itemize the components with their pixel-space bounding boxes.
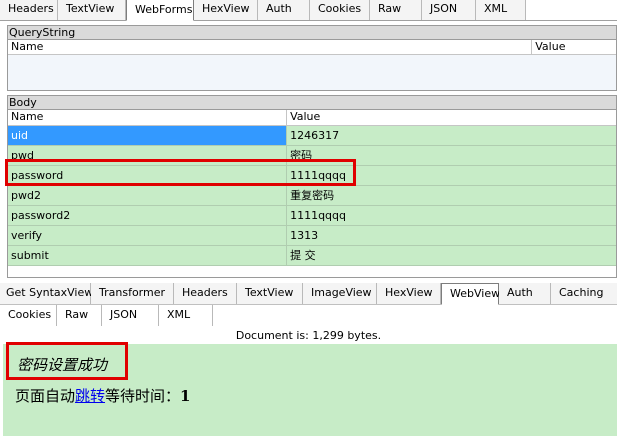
- row-name: password: [8, 166, 288, 185]
- querystring-grid[interactable]: Name Value: [7, 39, 617, 91]
- body-row-uid[interactable]: uid 1246317: [8, 126, 616, 146]
- row-name: verify: [8, 226, 288, 245]
- body-row-submit[interactable]: submit 提 交: [8, 246, 616, 266]
- tab-webview[interactable]: WebView: [441, 283, 500, 305]
- tab-resp-textview[interactable]: TextView: [237, 283, 303, 304]
- body-title: Body: [7, 95, 617, 109]
- webview-content: 密码设置成功 页面自动跳转等待时间：1: [3, 344, 617, 436]
- tab-hexview[interactable]: HexView: [194, 0, 258, 20]
- body-row-password[interactable]: password 1111qqqq: [8, 166, 616, 186]
- body-row-password2[interactable]: password2 1111qqqq: [8, 206, 616, 226]
- success-message: 密码设置成功: [17, 356, 108, 374]
- body-header: Name Value: [8, 110, 616, 126]
- row-value: 密码: [290, 149, 313, 162]
- row-value: 1111qqqq: [290, 209, 347, 222]
- tab-transformer[interactable]: Transformer: [91, 283, 174, 304]
- row-value: 1313: [290, 229, 319, 242]
- tab-resp-xml[interactable]: XML: [159, 305, 213, 326]
- document-size-status: Document is: 1,299 bytes.: [0, 328, 617, 344]
- row-name: pwd: [8, 146, 288, 165]
- response-tab-bar-row2: Cookies Raw JSON XML: [0, 305, 617, 326]
- querystring-col-name[interactable]: Name: [8, 40, 533, 54]
- querystring-title: QueryString: [7, 25, 617, 39]
- body-row-verify[interactable]: verify 1313: [8, 226, 616, 246]
- tab-get-syntaxview[interactable]: Get SyntaxView: [0, 283, 93, 304]
- row-name: uid: [8, 126, 288, 145]
- querystring-empty-area: [8, 55, 616, 90]
- tab-resp-json[interactable]: JSON: [102, 305, 159, 326]
- tab-webforms[interactable]: WebForms: [126, 0, 194, 21]
- tab-headers[interactable]: Headers: [0, 0, 58, 20]
- tab-imageview[interactable]: ImageView: [303, 283, 377, 304]
- redirect-message: 页面自动跳转等待时间：1: [15, 385, 190, 406]
- countdown-value: 1: [180, 387, 191, 405]
- body-row-pwd2[interactable]: pwd2 重复密码: [8, 186, 616, 206]
- tab-json[interactable]: JSON: [422, 0, 476, 20]
- tab-raw[interactable]: Raw: [370, 0, 422, 20]
- tab-caching[interactable]: Caching: [551, 283, 617, 304]
- redirect-text-before: 页面自动: [15, 387, 76, 405]
- tab-auth[interactable]: Auth: [258, 0, 310, 20]
- tab-resp-raw[interactable]: Raw: [57, 305, 102, 326]
- querystring-header: Name Value: [8, 40, 616, 55]
- row-value: 1111qqqq: [290, 169, 347, 182]
- tab-cookies[interactable]: Cookies: [310, 0, 370, 20]
- response-tab-bar-row1: Get SyntaxView Transformer Headers TextV…: [0, 283, 617, 305]
- body-col-name[interactable]: Name: [8, 110, 288, 125]
- row-name: submit: [8, 246, 288, 265]
- tab-resp-hexview[interactable]: HexView: [377, 283, 441, 304]
- body-row-pwd[interactable]: pwd 密码: [8, 146, 616, 166]
- row-value: 重复密码: [290, 189, 335, 202]
- tab-resp-headers[interactable]: Headers: [174, 283, 237, 304]
- tab-xml[interactable]: XML: [476, 0, 526, 20]
- tab-resp-auth[interactable]: Auth: [499, 283, 551, 304]
- row-value: 提 交: [290, 249, 316, 262]
- row-value: 1246317: [290, 129, 340, 142]
- row-name: pwd2: [8, 186, 288, 205]
- redirect-link[interactable]: 跳转: [75, 387, 105, 405]
- request-tab-bar: Headers TextView WebForms HexView Auth C…: [0, 0, 617, 21]
- body-col-value[interactable]: Value: [287, 110, 616, 125]
- tab-resp-cookies[interactable]: Cookies: [0, 305, 57, 326]
- body-grid[interactable]: Name Value uid 1246317 pwd 密码 password 1…: [7, 109, 617, 278]
- redirect-text-after: 等待时间：: [105, 387, 181, 405]
- tab-textview[interactable]: TextView: [58, 0, 126, 20]
- row-name: password2: [8, 206, 288, 225]
- querystring-col-value[interactable]: Value: [532, 40, 616, 54]
